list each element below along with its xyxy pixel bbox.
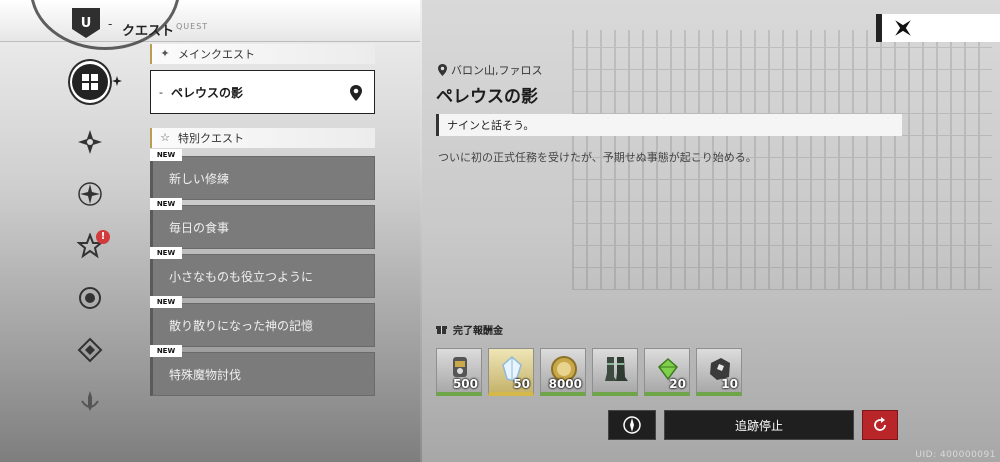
compass-star-icon: ✦ [160,47,170,60]
reward-item[interactable]: 10 [696,348,742,396]
new-badge: NEW [150,149,182,161]
special-quest-list: NEW 新しい修練 NEW 毎日の食事 NEW 小さなものも役立つように NEW… [150,149,375,396]
reward-count: 50 [513,377,530,391]
main-quest-header-label: メインクエスト [178,48,255,61]
boots-icon [605,357,628,381]
special-quest-header-label: 特別クエスト [178,132,244,145]
nav-quest-type-3[interactable] [68,172,112,216]
nav-quest-type-6[interactable] [68,328,112,372]
reset-button[interactable] [862,410,898,440]
close-button[interactable] [876,14,1000,42]
nav-quest-type-7[interactable] [68,380,112,424]
reward-count: 500 [452,377,478,391]
nav-quest-type-4[interactable]: ! [68,224,112,268]
nav-quest-type-5[interactable] [68,276,112,320]
divider [436,316,902,317]
special-quest-item[interactable]: NEW 散り散りになった神の記憶 [150,296,375,347]
special-quest-item[interactable]: NEW 特殊魔物討伐 [150,345,375,396]
top-bar: U - クエスト QUEST [0,0,420,50]
quest-detail-panel: バロン山,ファロス ペレウスの影 ナインと話そう。 ついに初の正式任務を受けたが… [422,0,1000,462]
reward-item[interactable]: 20 [644,348,690,396]
location-text: バロン山,ファロス [451,64,543,77]
alert-badge: ! [96,230,110,244]
special-quest-item[interactable]: NEW 新しい修練 [150,149,375,200]
sword-crest-icon [81,391,99,411]
new-badge: NEW [150,198,182,210]
action-bar: 追跡停止 [608,410,898,440]
diamond-icon [77,337,103,363]
reward-list: 500 50 8000 20 10 [436,348,742,396]
special-quest-header: ☆ 特別クエスト [150,128,375,148]
reward-item[interactable] [592,348,638,396]
quest-location: バロン山,ファロス [438,62,543,78]
quest-objective: ナインと話そう。 [436,114,902,136]
star-outline-icon: ☆ [160,131,170,144]
reward-count: 8000 [548,377,582,391]
quest-title: ペレウスの影 [436,87,538,107]
title-dash: - [108,17,113,31]
reward-item[interactable]: 8000 [540,348,586,396]
reward-item[interactable]: 50 [488,348,534,396]
quest-screen: U - クエスト QUEST ! ✦ メインクエスト - ペレウスの影 ☆ 特別… [0,0,1000,462]
new-badge: NEW [150,345,182,357]
special-quest-item[interactable]: NEW 毎日の食事 [150,198,375,249]
reward-count: 10 [721,377,738,391]
nav-quest-type-2[interactable] [68,120,112,164]
track-target-button[interactable] [608,410,656,440]
main-quest-header: ✦ メインクエスト [150,44,375,64]
ring-icon [79,287,101,309]
map-pin-icon[interactable] [350,85,362,101]
user-id: UID: 400000091 [915,450,996,460]
sparkle-icon [112,76,122,86]
reward-header: 完了報酬金 [436,322,503,337]
reward-label: 完了報酬金 [453,326,503,337]
four-point-star-icon [78,182,102,206]
quest-description: ついに初の正式任務を受けたが、予期せぬ事態が起こり始める。 [438,151,757,164]
special-quest-title: 新しい修練 [169,171,230,186]
special-quest-title: 小さなものも役立つように [169,269,314,284]
emblem-letter: U [80,15,92,31]
nav-main-quest[interactable] [68,59,122,105]
map-pin-icon [438,64,447,76]
close-icon [895,20,911,36]
refresh-icon [874,417,886,431]
page-subtitle: QUEST [176,22,209,31]
quest-category-rail: ! [58,59,122,420]
reward-item[interactable]: 500 [436,348,482,396]
grid-icon [68,59,112,105]
new-badge: NEW [150,247,182,259]
main-quest-title: ペレウスの影 [170,85,243,100]
target-compass-icon [623,416,641,434]
page-title: クエスト [122,24,175,39]
special-quest-item[interactable]: NEW 小さなものも役立つように [150,247,375,298]
gift-icon [436,326,447,334]
special-quest-title: 散り散りになった神の記憶 [169,318,314,333]
compass-star-icon [78,130,102,154]
new-badge: NEW [150,296,182,308]
objective-text: ナインと話そう。 [447,119,535,132]
selected-marker: - [159,85,163,99]
special-quest-title: 特殊魔物討伐 [169,367,242,382]
reward-count: 20 [669,377,686,391]
stop-tracking-button[interactable]: 追跡停止 [664,410,854,440]
main-quest-item[interactable]: - ペレウスの影 [150,70,375,114]
left-panel: U - クエスト QUEST ! ✦ メインクエスト - ペレウスの影 ☆ 特別… [0,0,420,462]
special-quest-title: 毎日の食事 [169,220,230,235]
quest-list: ✦ メインクエスト - ペレウスの影 ☆ 特別クエスト NEW 新しい修練 NE… [150,44,375,401]
